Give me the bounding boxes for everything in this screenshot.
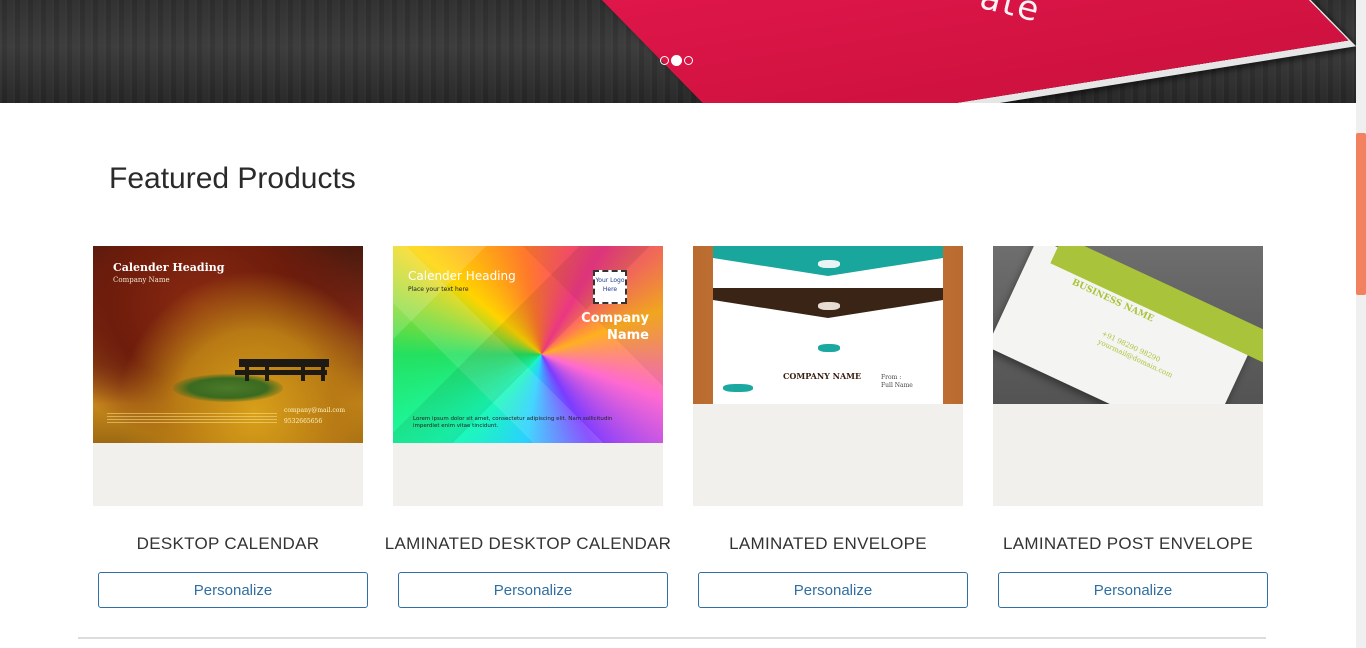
product-name[interactable]: LAMINATED POST ENVELOPE: [973, 534, 1283, 554]
scrollbar[interactable]: [1356, 0, 1366, 648]
product-thumbnail[interactable]: Calender Heading Place your text here Yo…: [393, 246, 663, 506]
product-image: COMPANY NAME From : Full Name: [693, 246, 963, 404]
image-from-label: From :: [881, 374, 902, 381]
image-from: From : Full Name: [881, 374, 913, 390]
product-name[interactable]: DESKTOP CALENDAR: [73, 534, 383, 554]
hero-card-image: [591, 0, 1349, 103]
image-heading: Calender Heading: [113, 261, 225, 274]
logo-placeholder: Your Logo Here: [593, 270, 627, 304]
image-email: company@mail.com: [284, 407, 346, 414]
product-thumbnail[interactable]: Calender Heading Company Name company@ma…: [93, 246, 363, 506]
image-subheading: Place your text here: [408, 286, 469, 293]
carousel-dot-1[interactable]: [660, 56, 669, 65]
image-company-line1: Company: [581, 311, 649, 326]
image-company: COMPANY NAME: [783, 371, 862, 381]
carousel-dot-2[interactable]: [671, 55, 682, 66]
scrollbar-thumb[interactable]: [1356, 133, 1366, 295]
product-name[interactable]: LAMINATED DESKTOP CALENDAR: [373, 534, 683, 554]
image-lorem: Lorem ipsum dolor sit amet, consectetur …: [413, 416, 613, 429]
image-full-name: Full Name: [881, 382, 913, 389]
personalize-button[interactable]: Personalize: [398, 572, 668, 608]
image-subheading: Company Name: [113, 276, 170, 284]
product-card: COMPANY NAME From : Full Name LAMINATED …: [693, 246, 968, 608]
product-thumbnail[interactable]: COMPANY NAME From : Full Name: [693, 246, 963, 506]
personalize-button[interactable]: Personalize: [698, 572, 968, 608]
carousel-indicators: [660, 55, 693, 66]
image-company: Company Name: [581, 310, 649, 344]
image-company-line2: Name: [606, 328, 649, 343]
personalize-button[interactable]: Personalize: [998, 572, 1268, 608]
section-divider: [78, 637, 1266, 639]
product-name[interactable]: LAMINATED ENVELOPE: [673, 534, 983, 554]
product-card: BUSINESS NAME +91 98290 98290 yourmail@d…: [993, 246, 1268, 608]
product-image: Calender Heading Place your text here Yo…: [393, 246, 663, 443]
image-heading: Calender Heading: [408, 269, 516, 283]
product-image: Calender Heading Company Name company@ma…: [93, 246, 363, 443]
product-card: Calender Heading Place your text here Yo…: [385, 246, 671, 608]
image-phone: 9532665656: [284, 418, 323, 425]
product-thumbnail[interactable]: BUSINESS NAME +91 98290 98290 yourmail@d…: [993, 246, 1263, 506]
personalize-button[interactable]: Personalize: [98, 572, 368, 608]
section-title: Featured Products: [109, 162, 356, 195]
product-card: Calender Heading Company Name company@ma…: [93, 246, 368, 608]
hero-banner: ate: [0, 0, 1356, 103]
carousel-dot-3[interactable]: [684, 56, 693, 65]
product-image: BUSINESS NAME +91 98290 98290 yourmail@d…: [993, 246, 1263, 404]
